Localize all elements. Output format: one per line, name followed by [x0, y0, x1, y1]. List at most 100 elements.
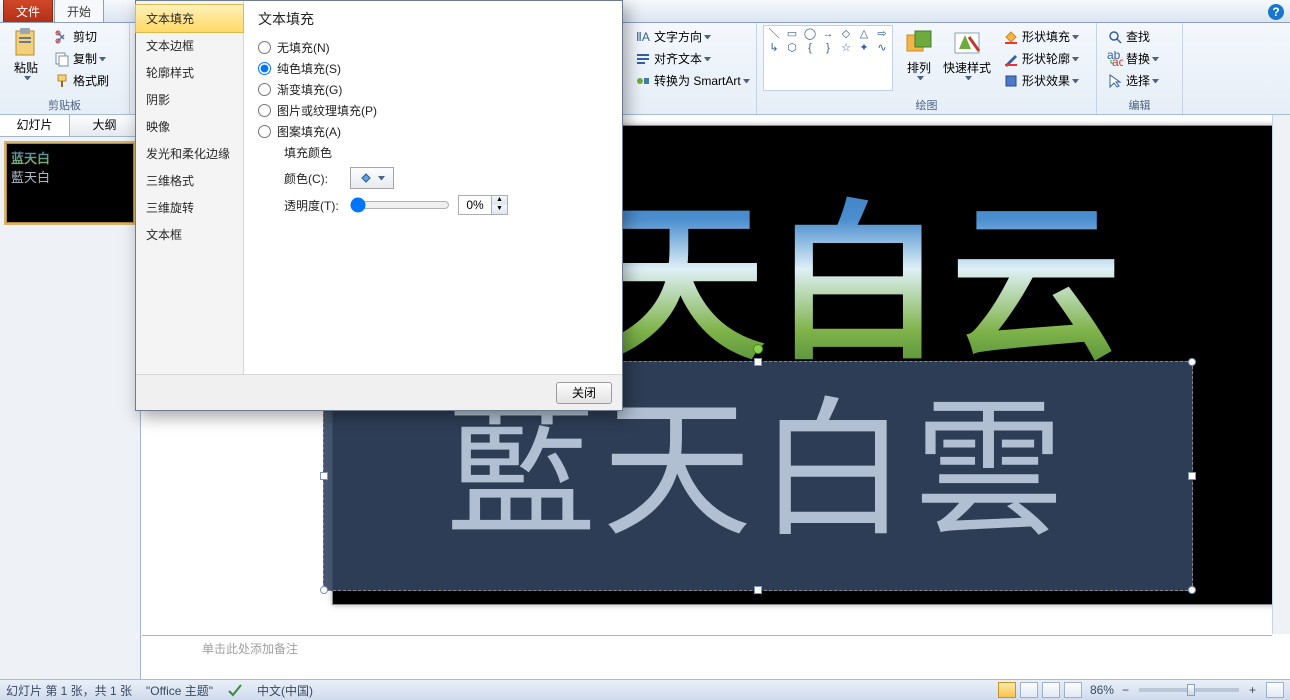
shape-line-icon[interactable]: ＼	[766, 28, 782, 40]
tab-slides[interactable]: 幻灯片	[0, 115, 70, 136]
replace-button[interactable]: abac替换	[1103, 48, 1163, 69]
nav-text-outline[interactable]: 文本边框	[136, 32, 243, 59]
nav-text-fill[interactable]: 文本填充	[136, 5, 243, 32]
shape-arrowr-icon[interactable]: ⇨	[874, 28, 890, 40]
shape-lbrace-icon[interactable]: {	[802, 42, 818, 54]
slide-thumbnail-1[interactable]: 蓝天白 藍天白	[6, 143, 134, 223]
select-button[interactable]: 选择	[1103, 70, 1163, 91]
shape-star-icon[interactable]: ☆	[838, 42, 854, 54]
help-icon[interactable]: ?	[1268, 4, 1284, 20]
shape-hex-icon[interactable]: ⬡	[784, 42, 800, 54]
nav-3d-rotation[interactable]: 三维旋转	[136, 194, 243, 221]
text-direction-icon: ⅡA	[635, 29, 651, 45]
spin-down-icon[interactable]: ▼	[492, 205, 507, 214]
shape-diamond-icon[interactable]: ◇	[838, 28, 854, 40]
zoom-out-button[interactable]: −	[1122, 683, 1129, 697]
spellcheck-icon[interactable]	[227, 683, 243, 697]
view-normal-button[interactable]	[998, 682, 1016, 698]
format-text-dialog: 文本填充 文本边框 轮廓样式 阴影 映像 发光和柔化边缘 三维格式 三维旋转 文…	[135, 0, 623, 411]
notes-pane[interactable]: 单击此处添加备注	[142, 635, 1272, 679]
shape-connector-icon[interactable]: ↳	[766, 42, 782, 54]
chevron-down-icon	[1152, 79, 1159, 83]
copy-button[interactable]: 复制	[50, 48, 113, 69]
copy-icon	[54, 51, 70, 67]
status-language[interactable]: 中文(中国)	[257, 682, 313, 699]
resize-handle-s[interactable]	[754, 586, 762, 594]
fit-window-button[interactable]	[1266, 682, 1284, 698]
bucket-icon	[359, 171, 373, 185]
dialog-title: 文本填充	[258, 9, 608, 29]
radio-pattern-fill[interactable]: 图案填充(A)	[258, 123, 608, 140]
radio-gradient-fill[interactable]: 渐变填充(G)	[258, 81, 608, 98]
shape-oval-icon[interactable]: ◯	[802, 28, 818, 40]
resize-handle-ne[interactable]	[1188, 358, 1196, 366]
nav-3d-format[interactable]: 三维格式	[136, 167, 243, 194]
resize-handle-w[interactable]	[320, 472, 328, 480]
align-text-button[interactable]: 对齐文本	[631, 48, 754, 69]
text-shape-1[interactable]: 天白云	[595, 146, 1129, 392]
group-editing: 查找 abac替换 选择 编辑	[1097, 23, 1183, 114]
rotate-handle[interactable]	[753, 344, 763, 354]
shape-callout-icon[interactable]: ✦	[856, 42, 872, 54]
paste-icon	[10, 27, 42, 59]
status-bar: 幻灯片 第 1 张，共 1 张 "Office 主题" 中文(中国) 86% −…	[0, 679, 1290, 700]
shape-effects-button[interactable]: 形状效果	[999, 70, 1083, 91]
tab-home[interactable]: 开始	[54, 0, 104, 22]
transparency-spinner[interactable]: 0% ▲▼	[458, 195, 508, 215]
transparency-slider[interactable]	[350, 196, 450, 214]
chevron-down-icon	[1072, 57, 1079, 61]
shape-arrow-icon[interactable]: →	[820, 28, 836, 40]
view-slideshow-button[interactable]	[1064, 682, 1082, 698]
resize-handle-e[interactable]	[1188, 472, 1196, 480]
radio-picture-fill[interactable]: 图片或纹理填充(P)	[258, 102, 608, 119]
text-direction-button[interactable]: ⅡA文字方向	[631, 26, 754, 47]
group-clipboard: 粘贴 剪切 复制 格式刷 剪贴板	[0, 23, 130, 114]
effects-icon	[1003, 73, 1019, 89]
paste-button[interactable]: 粘贴	[6, 25, 46, 82]
group-drawing: ＼ ▭ ◯ → ◇ △ ⇨ ↳ ⬡ { } ☆ ✦ ∿ 排列 快速样	[757, 23, 1097, 114]
status-theme: "Office 主题"	[146, 682, 213, 699]
scissors-icon	[54, 29, 70, 45]
shape-triangle-icon[interactable]: △	[856, 28, 872, 40]
shapes-gallery[interactable]: ＼ ▭ ◯ → ◇ △ ⇨ ↳ ⬡ { } ☆ ✦ ∿	[763, 25, 893, 91]
shape-fill-button[interactable]: 形状填充	[999, 26, 1083, 47]
shape-rbrace-icon[interactable]: }	[820, 42, 836, 54]
shape-curve-icon[interactable]: ∿	[874, 42, 890, 54]
shape-outline-button[interactable]: 形状轮廓	[999, 48, 1083, 69]
format-painter-button[interactable]: 格式刷	[50, 70, 113, 91]
nav-reflection[interactable]: 映像	[136, 113, 243, 140]
radio-no-fill[interactable]: 无填充(N)	[258, 39, 608, 56]
vertical-scrollbar[interactable]	[1272, 115, 1290, 634]
zoom-in-button[interactable]: +	[1249, 683, 1256, 697]
view-reading-button[interactable]	[1042, 682, 1060, 698]
radio-solid-fill[interactable]: 纯色填充(S)	[258, 60, 608, 77]
nav-shadow[interactable]: 阴影	[136, 86, 243, 113]
tab-outline[interactable]: 大纲	[70, 115, 140, 136]
cut-button[interactable]: 剪切	[50, 26, 113, 47]
arrange-button[interactable]: 排列	[899, 25, 939, 82]
find-button[interactable]: 查找	[1103, 26, 1163, 47]
nav-textbox[interactable]: 文本框	[136, 221, 243, 248]
chevron-down-icon	[704, 35, 711, 39]
resize-handle-sw[interactable]	[320, 586, 328, 594]
view-sorter-button[interactable]	[1020, 682, 1038, 698]
nav-outline-style[interactable]: 轮廓样式	[136, 59, 243, 86]
shape-rect-icon[interactable]: ▭	[784, 28, 800, 40]
quick-styles-button[interactable]: 快速样式	[939, 25, 995, 82]
zoom-slider-thumb[interactable]	[1187, 684, 1195, 696]
chevron-down-icon	[965, 76, 972, 80]
bucket-icon	[1003, 29, 1019, 45]
resize-handle-se[interactable]	[1188, 586, 1196, 594]
tab-file[interactable]: 文件	[3, 0, 53, 22]
chevron-down-icon	[704, 57, 711, 61]
zoom-slider[interactable]	[1139, 688, 1239, 692]
nav-glow[interactable]: 发光和柔化边缘	[136, 140, 243, 167]
chevron-down-icon	[1152, 57, 1159, 61]
color-picker-button[interactable]	[350, 167, 394, 189]
resize-handle-n[interactable]	[754, 358, 762, 366]
group-label-editing: 编辑	[1103, 95, 1176, 114]
zoom-level[interactable]: 86%	[1090, 683, 1114, 697]
close-button[interactable]: 关闭	[556, 382, 612, 404]
spin-up-icon[interactable]: ▲	[492, 196, 507, 205]
convert-smartart-button[interactable]: 转换为 SmartArt	[631, 70, 754, 91]
